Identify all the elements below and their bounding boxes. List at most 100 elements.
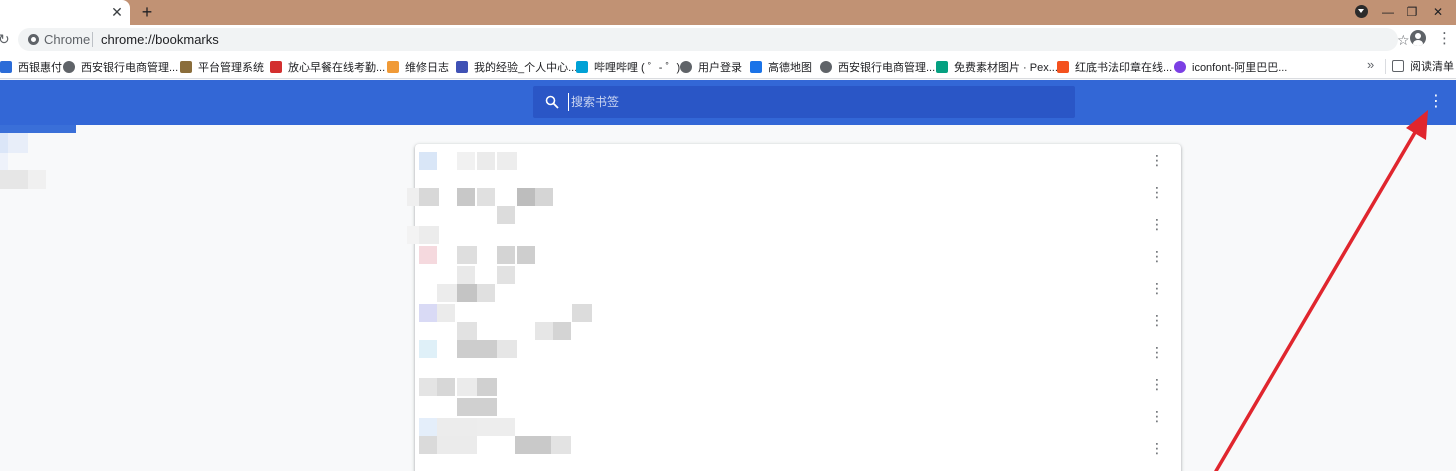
brand-icon <box>270 60 282 73</box>
swirl-icon <box>387 60 399 73</box>
row-menu-icon[interactable]: ⋮ <box>1150 342 1164 362</box>
bookmark-13[interactable]: iconfont-阿里巴巴... <box>1174 58 1287 75</box>
minimize-button[interactable]: — <box>1378 3 1398 21</box>
row-menu-icon[interactable]: ⋮ <box>1150 182 1164 202</box>
chrome-menu-icon[interactable]: ⋮ <box>1437 30 1452 48</box>
bookmark-row[interactable]: ⋮ <box>415 336 1181 368</box>
chrome-logo-icon <box>28 34 39 45</box>
blurred-bookmark-content <box>535 322 553 340</box>
close-window-button[interactable]: ✕ <box>1428 3 1448 21</box>
blurred-bookmark-content <box>457 398 497 416</box>
bookmark-row[interactable]: ⋮ <box>415 144 1181 176</box>
bookmark-row[interactable]: ⋮ <box>415 208 1181 240</box>
bookmark-8[interactable]: 用户登录 <box>680 58 742 75</box>
bookmark-label: 西安银行电商管理... <box>838 61 936 74</box>
blurred-bookmark-content <box>437 378 455 396</box>
bookmark-3[interactable]: 平台管理系统 <box>180 58 264 75</box>
blurred-bookmark-content <box>535 188 553 206</box>
blurred-bookmark-content <box>419 226 439 244</box>
globe-icon <box>680 60 692 73</box>
star-icon[interactable]: ☆ <box>1397 32 1410 49</box>
bookmark-11[interactable]: 免费素材图片 · Pex... <box>936 58 1058 75</box>
blurred-bookmark-content <box>553 322 571 340</box>
reading-list-button[interactable]: 阅读清单 <box>1392 58 1454 74</box>
bookmark-6[interactable]: 我的经验_个人中心... <box>456 58 577 75</box>
new-tab-button[interactable]: + <box>138 2 156 22</box>
blurred-bookmark-content <box>517 188 535 206</box>
row-menu-icon[interactable]: ⋮ <box>1150 278 1164 298</box>
blurred-bookmark-content <box>419 304 437 322</box>
globe-icon <box>63 60 75 73</box>
address-bar[interactable]: Chrome chrome://bookmarks ☆ <box>18 28 1410 51</box>
organize-menu-icon[interactable]: ⋮ <box>1428 92 1444 112</box>
bookmark-row[interactable]: ⋮ <box>415 400 1181 432</box>
reload-icon[interactable]: ↻ <box>0 31 10 48</box>
row-menu-icon[interactable]: ⋮ <box>1150 246 1164 266</box>
bookmark-12[interactable]: 红底书法印章在线... <box>1057 58 1172 75</box>
toolbar: ↻ Chrome chrome://bookmarks ☆ <box>0 25 1456 54</box>
tv-icon <box>576 60 588 73</box>
blurred-bookmark-content <box>419 188 439 206</box>
bookmark-7[interactable]: 哔哩哔哩 ( ゜- ゜) <box>576 58 680 75</box>
blurred-bookmark-content <box>497 152 517 170</box>
bookmark-list: ⋮ ⋮ ⋮ ⋮ ⋮ ⋮ ⋮ ⋮ ⋮ ⋮ <box>407 144 1181 471</box>
bookmark-label: 维修日志 <box>405 61 449 74</box>
blurred-bookmark-content <box>457 246 477 264</box>
omnibox-label: Chrome <box>44 32 91 47</box>
bookmark-row[interactable]: ⋮ <box>415 272 1181 304</box>
bookmark-1[interactable]: 西银惠付 <box>0 58 62 75</box>
blurred-bookmark-content <box>457 284 477 302</box>
blurred-bookmark-content <box>419 340 437 358</box>
row-menu-icon[interactable]: ⋮ <box>1150 438 1164 458</box>
folder-item[interactable] <box>0 170 28 189</box>
row-menu-icon[interactable]: ⋮ <box>1150 150 1164 170</box>
tab-bookmarks[interactable]: ✕ <box>0 0 130 25</box>
blurred-bookmark-content <box>497 266 515 284</box>
blurred-bookmark-content <box>497 340 517 358</box>
paw-icon <box>456 60 468 73</box>
tab-search-icon[interactable] <box>1355 5 1368 18</box>
bookmark-2[interactable]: 西安银行电商管理... <box>63 58 178 75</box>
bookmark-label: 红底书法印章在线... <box>1075 61 1173 74</box>
bookmark-label: 西安银行电商管理... <box>81 61 179 74</box>
url-text[interactable]: chrome://bookmarks <box>101 32 219 47</box>
bookmarks-divider <box>1385 59 1386 74</box>
blurred-bookmark-content <box>572 304 592 322</box>
bookmark-9[interactable]: 高德地图 <box>750 58 812 75</box>
maximize-button[interactable]: ❐ <box>1402 3 1422 21</box>
blurred-bookmark-content <box>437 284 457 302</box>
blurred-bookmark-content <box>419 246 437 264</box>
account-icon[interactable] <box>1410 30 1426 46</box>
blurred-bookmark-content <box>419 436 437 454</box>
search-icon <box>545 95 559 109</box>
blurred-bookmark-content <box>477 188 495 206</box>
pexels-icon <box>936 60 948 73</box>
bookmark-label: 平台管理系统 <box>198 61 264 74</box>
folder-item[interactable] <box>0 153 8 170</box>
folder-item[interactable] <box>8 133 28 153</box>
chart-icon <box>180 60 192 73</box>
search-input[interactable] <box>568 93 1048 111</box>
blurred-bookmark-content <box>419 152 437 170</box>
row-menu-icon[interactable]: ⋮ <box>1150 214 1164 234</box>
blurred-bookmark-content <box>437 418 477 436</box>
row-menu-icon[interactable]: ⋮ <box>1150 374 1164 394</box>
brush-icon <box>1057 60 1069 73</box>
bookmark-row[interactable]: ⋮ <box>415 368 1181 400</box>
row-menu-icon[interactable]: ⋮ <box>1150 406 1164 426</box>
bookmark-4[interactable]: 放心早餐在线考勤... <box>270 58 385 75</box>
blurred-bookmark-content <box>497 206 515 224</box>
close-tab-icon[interactable]: ✕ <box>109 4 125 20</box>
blurred-bookmark-content <box>437 304 455 322</box>
bookmark-5[interactable]: 维修日志 <box>387 58 449 75</box>
folder-item[interactable] <box>28 170 46 189</box>
bookmark-row[interactable]: ⋮ <box>415 304 1181 336</box>
bookmark-label: 放心早餐在线考勤... <box>288 61 386 74</box>
bookmark-10[interactable]: 西安银行电商管理... <box>820 58 935 75</box>
more-bookmarks-icon[interactable]: » <box>1367 57 1374 72</box>
row-menu-icon[interactable]: ⋮ <box>1150 310 1164 330</box>
blurred-bookmark-content <box>457 340 497 358</box>
folder-item[interactable] <box>0 133 8 153</box>
blurred-bookmark-content <box>477 284 495 302</box>
iconfont-icon <box>1174 60 1186 73</box>
